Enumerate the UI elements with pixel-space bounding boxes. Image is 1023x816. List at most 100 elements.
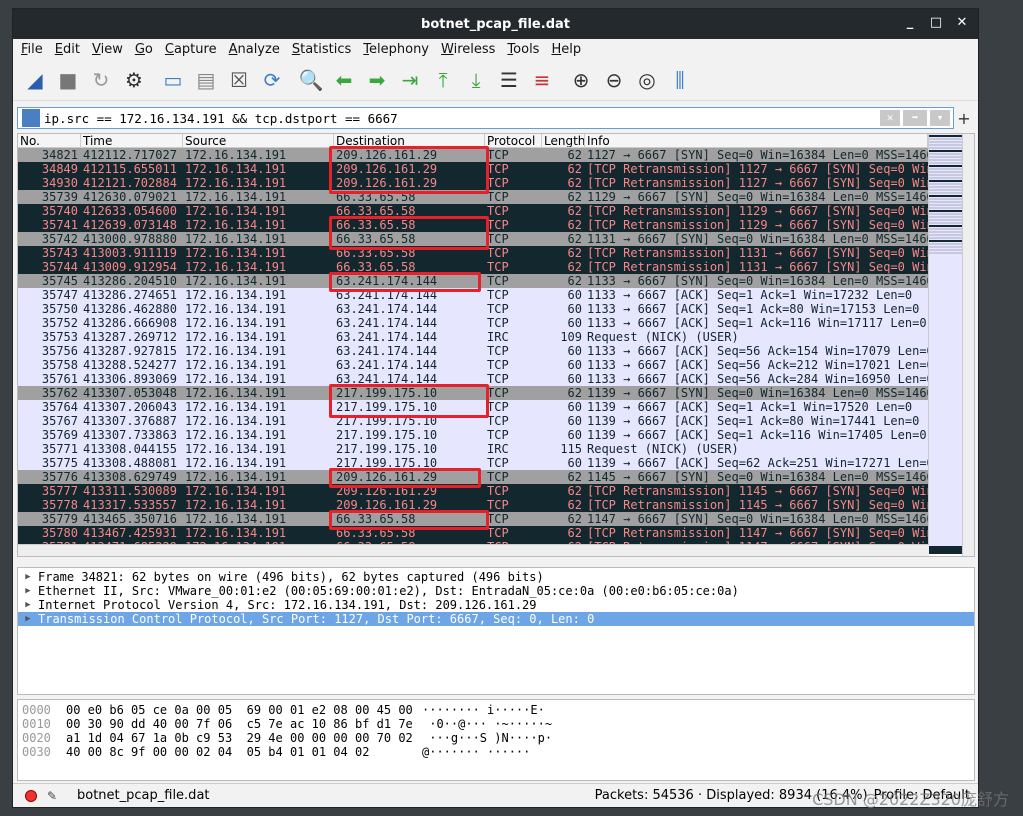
expand-arrow-icon[interactable]: ▶ [18,612,38,626]
stop-icon[interactable]: ■ [54,65,82,95]
zoom-in-icon[interactable]: ⊕ [567,65,595,95]
go-to-packet-icon[interactable]: ⇥ [396,65,424,95]
expand-arrow-icon[interactable]: ▶ [18,598,38,612]
find-icon[interactable]: 🔍 [297,65,325,95]
expand-arrow-icon[interactable]: ▶ [18,584,38,598]
packet-row[interactable]: 35775 413308.488081 172.16.134.191 217.199.… [18,456,974,470]
hex-row[interactable]: 0020 a1 1d 04 67 1a 0b c9 53 29 4e 00 00 … [18,731,974,745]
back-arrow-icon[interactable]: ⬅ [330,65,358,95]
close-file-icon[interactable]: ☒ [225,65,253,95]
colorize-icon[interactable]: ≡ [528,65,556,95]
packet-row[interactable]: 34930 412121.702884 172.16.134.191 209.126.… [18,176,974,190]
forward-arrow-icon[interactable]: ➡ [363,65,391,95]
options-gear-icon[interactable]: ⚙ [120,65,148,95]
zoom-out-icon[interactable]: ⊖ [600,65,628,95]
packet-row[interactable]: 35745 413286.204510 172.16.134.191 63.241.1… [18,274,974,288]
packet-row[interactable]: 35747 413286.274651 172.16.134.191 63.241.1… [18,288,974,302]
menu-analyze[interactable]: Analyze [229,42,280,57]
add-filter-button[interactable]: + [954,109,974,128]
detail-tree-item[interactable]: ▶ Ethernet II, Src: VMware_00:01:e2 (00:0… [18,584,974,598]
clear-filter-icon[interactable]: ✕ [880,110,900,126]
vertical-scrollbar[interactable] [962,134,974,556]
resize-columns-icon[interactable]: ⫼ [666,65,694,95]
hex-row[interactable]: 0010 00 30 90 dd 40 00 7f 06 c5 7e ac 10 … [18,717,974,731]
packet-row[interactable]: 35776 413308.629749 172.16.134.191 209.126.… [18,470,974,484]
packet-row[interactable]: 35767 413307.376887 172.16.134.191 217.199.… [18,414,974,428]
capture-comment-icon[interactable]: ✎ [47,789,61,803]
packet-minimap[interactable] [928,134,962,546]
packet-row[interactable]: 35741 412639.073148 172.16.134.191 66.33.65… [18,218,974,232]
packet-details: ▶ Frame 34821: 62 bytes on wire (496 bits… [17,567,975,695]
detail-tree-item[interactable]: ▶ Internet Protocol Version 4, Src: 172.1… [18,598,974,612]
minimap-stripe [929,249,962,251]
menu-edit[interactable]: Edit [55,42,80,57]
filter-dropdown-icon[interactable]: ▾ [930,110,950,126]
packet-row[interactable]: 35743 413003.911119 172.16.134.191 66.33.65… [18,246,974,260]
packet-row[interactable]: 35779 413465.350716 172.16.134.191 66.33.65… [18,512,974,526]
expand-arrow-icon[interactable]: ▶ [18,570,38,584]
hex-row[interactable]: 0030 40 00 8c 9f 00 00 02 04 05 b4 01 01 … [18,745,974,759]
hex-row[interactable]: 0000 00 e0 b6 05 ce 0a 00 05 69 00 01 e2 … [18,703,974,717]
reload-icon[interactable]: ⟳ [258,65,286,95]
packet-cell-info: [TCP Retransmission] 1131 → 6667 [SYN] S… [587,246,928,260]
column-header-info[interactable]: Info [585,134,928,147]
column-header-time[interactable]: Time [81,134,183,147]
menu-capture[interactable]: Capture [165,42,217,57]
packet-cell-len: 62 [567,526,582,540]
menu-help[interactable]: Help [551,42,581,57]
packet-row[interactable]: 35756 413287.927815 172.16.134.191 63.241.1… [18,344,974,358]
packet-cell-no: 35771 [41,442,78,456]
last-packet-icon[interactable]: ⤓ [462,65,490,95]
menu-statistics[interactable]: Statistics [292,42,351,57]
packet-row[interactable]: 35740 412633.054600 172.16.134.191 66.33.65… [18,204,974,218]
maximize-icon[interactable]: □ [928,15,944,31]
packet-row[interactable]: 35769 413307.733863 172.16.134.191 217.199.… [18,428,974,442]
packet-row[interactable]: 35758 413288.524277 172.16.134.191 63.241.1… [18,358,974,372]
packet-cell-len: 60 [567,358,582,372]
restart-icon[interactable]: ↻ [87,65,115,95]
first-packet-icon[interactable]: ⤒ [429,65,457,95]
packet-row[interactable]: 34849 412115.655011 172.16.134.191 209.126.… [18,162,974,176]
normal-size-icon[interactable]: ◎ [633,65,661,95]
packet-row[interactable]: 35753 413287.269712 172.16.134.191 63.241.1… [18,330,974,344]
packet-row[interactable]: 35750 413286.462880 172.16.134.191 63.241.1… [18,302,974,316]
menu-go[interactable]: Go [135,42,153,57]
display-filter-input[interactable]: ip.src == 172.16.134.191 && tcp.dstport … [17,107,954,129]
packet-row[interactable]: 35764 413307.206043 172.16.134.191 217.199.… [18,400,974,414]
packet-row[interactable]: 35742 413000.978880 172.16.134.191 66.33.65… [18,232,974,246]
apply-filter-icon[interactable]: ➡ [903,110,927,126]
packet-row[interactable]: 35739 412630.079021 172.16.134.191 66.33.65… [18,190,974,204]
bookmark-icon[interactable] [22,109,40,127]
menu-wireless[interactable]: Wireless [441,42,495,57]
packet-cell-src: 172.16.134.191 [185,470,287,484]
packet-row[interactable]: 35761 413306.893069 172.16.134.191 63.241.1… [18,372,974,386]
column-header-protocol[interactable]: Protocol [485,134,542,147]
packet-cell-src: 172.16.134.191 [185,204,287,218]
save-file-icon[interactable]: ▤ [192,65,220,95]
autoscroll-icon[interactable]: ☰ [495,65,523,95]
filter-text[interactable]: ip.src == 172.16.134.191 && tcp.dstport … [44,111,880,126]
packet-row[interactable]: 35752 413286.666908 172.16.134.191 63.241.1… [18,316,974,330]
open-folder-icon[interactable]: ▭ [159,65,187,95]
packet-row[interactable]: 35777 413311.530089 172.16.134.191 209.126.… [18,484,974,498]
detail-tree-item[interactable]: ▶ Transmission Control Protocol, Src Port… [18,612,974,626]
packet-row[interactable]: 35780 413467.425931 172.16.134.191 66.33.65… [18,526,974,540]
minimize-icon[interactable]: _ [902,15,918,31]
packet-row[interactable]: 35778 413317.533557 172.16.134.191 209.126.… [18,498,974,512]
packet-row[interactable]: 35771 413308.044155 172.16.134.191 217.199.… [18,442,974,456]
horizontal-scrollbar[interactable] [18,544,929,556]
expert-info-icon[interactable] [25,789,37,802]
detail-tree-item[interactable]: ▶ Frame 34821: 62 bytes on wire (496 bits… [18,570,974,584]
column-header-length[interactable]: Length [542,134,585,147]
column-header-source[interactable]: Source [183,134,334,147]
column-header-no[interactable]: No. [18,134,81,147]
close-icon[interactable]: ✕ [954,15,970,31]
menu-view[interactable]: View [92,42,123,57]
packet-row[interactable]: 34821 412112.717027 172.16.134.191 209.126.… [18,148,974,162]
packet-row[interactable]: 35744 413009.912954 172.16.134.191 66.33.65… [18,260,974,274]
menu-file[interactable]: File [21,42,43,57]
packet-row[interactable]: 35762 413307.053048 172.16.134.191 217.199.… [18,386,974,400]
shark-fin-start-icon[interactable]: ◢ [21,65,49,95]
menu-telephony[interactable]: Telephony [363,42,429,57]
menu-tools[interactable]: Tools [507,42,539,57]
